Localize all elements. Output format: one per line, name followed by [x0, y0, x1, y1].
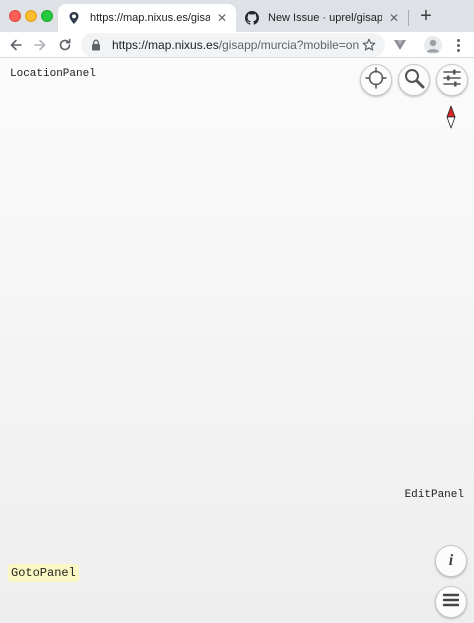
url-text[interactable]: https://map.nixus.es/gisapp/murcia?mobil…: [112, 38, 361, 52]
profile-avatar-icon[interactable]: [424, 36, 442, 54]
extension-icon[interactable]: [392, 37, 408, 53]
reload-icon[interactable]: [55, 35, 75, 55]
bookmark-star-icon[interactable]: [361, 37, 377, 53]
close-tab-icon[interactable]: ✕: [386, 10, 402, 26]
url-path: /gisapp/murcia?mobile=on: [218, 38, 360, 52]
info-icon: i: [448, 552, 454, 569]
layers-menu-button[interactable]: [435, 586, 467, 618]
tab-title: https://map.nixus.es/gisapp/m: [90, 12, 210, 24]
browser-toolbar: https://map.nixus.es/gisapp/murcia?mobil…: [0, 32, 474, 57]
tab-divider: [408, 10, 409, 26]
map-pin-icon: [66, 10, 82, 26]
goto-panel: GotoPanel: [8, 564, 79, 582]
window-close-button[interactable]: [9, 10, 21, 22]
search-icon: [403, 67, 425, 94]
locate-button[interactable]: [360, 64, 392, 96]
close-tab-icon[interactable]: ✕: [214, 10, 230, 26]
new-tab-button[interactable]: +: [416, 6, 436, 27]
forward-arrow-icon[interactable]: [30, 35, 50, 55]
compass-icon[interactable]: [445, 105, 457, 129]
info-button[interactable]: i: [435, 545, 467, 577]
tab-gisapp[interactable]: https://map.nixus.es/gisapp/m ✕: [58, 4, 236, 32]
address-bar[interactable]: https://map.nixus.es/gisapp/murcia?mobil…: [81, 33, 385, 57]
lock-icon[interactable]: [90, 39, 102, 51]
search-button[interactable]: [398, 64, 430, 96]
edit-panel: EditPanel: [404, 489, 464, 501]
hamburger-menu-icon: [442, 592, 460, 613]
sliders-icon: [441, 67, 463, 94]
github-icon: [244, 10, 260, 26]
location-panel: LocationPanel: [10, 68, 96, 80]
tab-title: New Issue · uprel/gisapp: [268, 12, 382, 24]
browser-tabstrip: https://map.nixus.es/gisapp/m ✕ New Issu…: [0, 0, 474, 32]
tab-new-issue[interactable]: New Issue · uprel/gisapp ✕: [236, 4, 408, 32]
map-canvas[interactable]: LocationPanel EditPanel i GotoPanel: [0, 58, 474, 623]
crosshair-icon: [365, 66, 387, 94]
settings-button[interactable]: [436, 64, 468, 96]
window-minimize-button[interactable]: [25, 10, 37, 22]
url-host: https://map.nixus.es: [112, 38, 219, 52]
window-zoom-button[interactable]: [41, 10, 53, 22]
browser-menu-icon[interactable]: [452, 36, 464, 54]
back-arrow-icon[interactable]: [6, 35, 26, 55]
